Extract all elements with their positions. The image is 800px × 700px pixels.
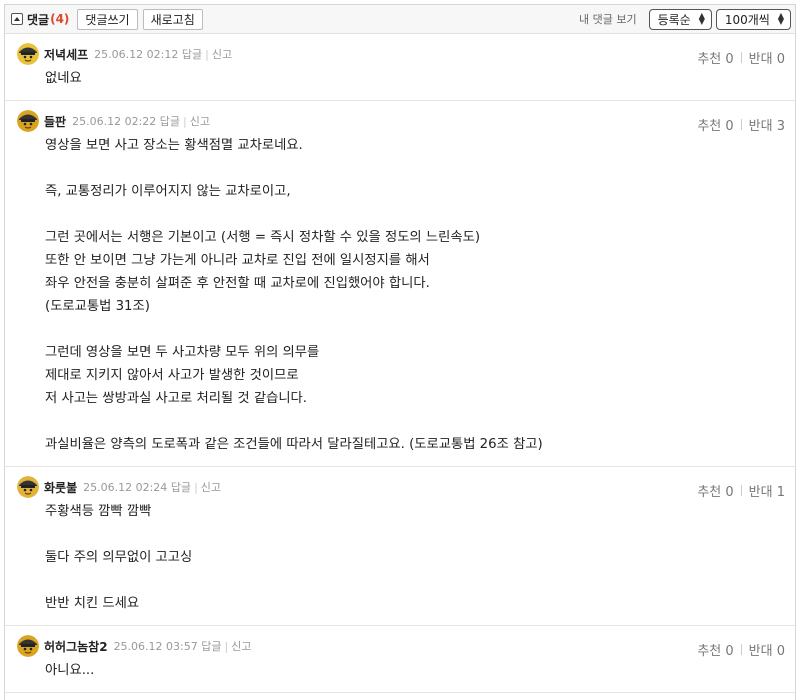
comment-line: 저 사고는 쌍방과실 사고로 처리될 것 같습니다.	[45, 391, 308, 406]
my-comments-link[interactable]: 내 댓글 보기	[579, 11, 637, 27]
meta-divider: |	[224, 640, 229, 653]
comment-line	[45, 203, 785, 226]
comment-line: 그런 곳에서는 서행은 기본이고 (서행 = 즉시 정차할 수 있을 정도의 느…	[45, 230, 481, 245]
meta-divider: |	[205, 48, 209, 61]
write-comment-button[interactable]: 댓글쓰기	[77, 8, 138, 30]
comment-author[interactable]: 화룻불	[44, 479, 77, 496]
comment-toggle[interactable]: 댓글 (4)	[11, 11, 69, 28]
comment-body: 없네요	[17, 67, 785, 90]
comment-line: (도로교통법 31조)	[45, 299, 150, 314]
comment-author[interactable]: 허허그놈참2	[44, 638, 108, 655]
comment-list: 저녁세프 25.06.12 02:12 답글 | 신고 추천 0 반대 0 없네요	[5, 34, 795, 693]
vote-divider	[740, 485, 742, 496]
comment-meta: 25.06.12 02:24 답글 | 신고	[83, 479, 221, 495]
report-link[interactable]: 신고	[212, 48, 232, 61]
report-link[interactable]: 신고	[201, 481, 221, 494]
avatar[interactable]	[17, 43, 39, 65]
per-page-select[interactable]: 100개씩 ▲ ▼	[715, 8, 791, 30]
avatar[interactable]	[17, 476, 39, 498]
upvote-button[interactable]: 추천 0	[697, 48, 733, 67]
refresh-button[interactable]: 새로고침	[142, 8, 203, 30]
downvote-button[interactable]: 반대 0	[749, 640, 785, 659]
downvote-button[interactable]: 반대 0	[749, 48, 785, 67]
comment-header: 허허그놈참2 25.06.12 03:57 답글 | 신고	[17, 635, 785, 657]
downvote-button[interactable]: 반대 3	[749, 115, 785, 134]
comment-line: 반반 치킨 드세요	[45, 596, 140, 611]
comment-line: 그런데 영상을 보면 두 사고차량 모두 위의 의무를	[45, 345, 320, 360]
vote-box: 추천 0 반대 1	[697, 481, 785, 500]
vote-divider	[740, 644, 742, 655]
comment-line	[45, 569, 785, 592]
comment-header: 저녁세프 25.06.12 02:12 답글 | 신고	[17, 43, 785, 65]
comment-body: 영상을 보면 사고 장소는 황색점멸 교차로네요. 즉, 교통정리가 이루어지지 …	[17, 134, 785, 456]
comment-line: 영상을 보면 사고 장소는 황색점멸 교차로네요.	[45, 138, 303, 153]
vote-box: 추천 0 반대 0	[697, 640, 785, 659]
comment-line: 또한 안 보이면 그냥 가는게 아니라 교차로 진입 전에 일시정지를 해서	[45, 253, 430, 268]
report-link[interactable]: 신고	[231, 640, 251, 653]
vote-box: 추천 0 반대 3	[697, 115, 785, 134]
comment-header: 화룻불 25.06.12 02:24 답글 | 신고	[17, 476, 785, 498]
comment-line	[45, 318, 785, 341]
report-link[interactable]: 신고	[190, 115, 210, 128]
comment-count: (4)	[50, 12, 70, 26]
sort-select-value: 등록순	[657, 12, 691, 27]
comment-line: 좌우 안전을 충분히 살펴준 후 안전할 때 교차로에 진입했어야 합니다.	[45, 276, 430, 291]
updown-icon: ▲ ▼	[698, 11, 705, 26]
avatar-face-icon	[17, 110, 39, 132]
comment-line: 아니요...	[45, 663, 95, 678]
sort-select[interactable]: 등록순 ▲ ▼	[648, 8, 712, 30]
comment-date: 25.06.12 02:22	[72, 115, 157, 128]
upvote-button[interactable]: 추천 0	[697, 115, 733, 134]
vote-divider	[740, 52, 742, 63]
avatar-face-icon	[17, 43, 39, 65]
reply-link[interactable]: 답글	[171, 481, 191, 494]
comment-date: 25.06.12 02:12	[94, 48, 179, 61]
collapse-icon[interactable]	[11, 13, 23, 25]
comment-date: 25.06.12 03:57	[113, 640, 198, 653]
comment-line: 없네요	[45, 71, 82, 86]
upvote-button[interactable]: 추천 0	[697, 481, 733, 500]
comment-item: 저녁세프 25.06.12 02:12 답글 | 신고 추천 0 반대 0 없네요	[5, 34, 795, 101]
reply-link[interactable]: 답글	[160, 115, 180, 128]
avatar-face-icon	[17, 476, 39, 498]
vote-divider	[740, 119, 742, 130]
comment-meta: 25.06.12 02:22 답글 | 신고	[72, 113, 210, 129]
comment-author[interactable]: 들판	[44, 113, 66, 130]
comment-line: 주황색등 깜빡 깜빡	[45, 504, 152, 519]
meta-divider: |	[194, 481, 198, 494]
avatar[interactable]	[17, 635, 39, 657]
comment-meta: 25.06.12 02:12 답글 | 신고	[94, 46, 232, 62]
downvote-button[interactable]: 반대 1	[749, 481, 785, 500]
comment-author[interactable]: 저녁세프	[44, 46, 88, 63]
comment-toolbar: 댓글 (4) 댓글쓰기 새로고침 내 댓글 보기 등록순 ▲ ▼ 100개씩 ▲ ▼	[5, 5, 795, 34]
comment-title: 댓글	[27, 12, 50, 27]
reply-link[interactable]: 답글	[182, 48, 202, 61]
upvote-button[interactable]: 추천 0	[697, 640, 733, 659]
comment-header: 들판 25.06.12 02:22 답글 | 신고	[17, 110, 785, 132]
comment-line: 과실비율은 양측의 도로폭과 같은 조건들에 따라서 달라질테고요. (도로교통…	[45, 437, 543, 452]
comment-line: 둘다 주의 의무없이 고고싱	[45, 550, 193, 565]
meta-divider: |	[183, 115, 187, 128]
avatar-face-icon	[17, 635, 39, 657]
comment-item: 들판 25.06.12 02:22 답글 | 신고 추천 0 반대 3 영상을 보면…	[5, 101, 795, 467]
updown-icon: ▲ ▼	[777, 11, 784, 26]
comment-date: 25.06.12 02:24	[83, 481, 168, 494]
vote-box: 추천 0 반대 0	[697, 48, 785, 67]
per-page-select-value: 100개씩	[724, 12, 770, 27]
reply-link[interactable]: 답글	[201, 640, 221, 653]
comment-item: 화룻불 25.06.12 02:24 답글 | 신고 추천 0 반대 1 주황색등 …	[5, 467, 795, 626]
comment-line	[45, 523, 785, 546]
comment-line	[45, 157, 785, 180]
comment-meta: 25.06.12 03:57 답글 | 신고	[114, 638, 252, 654]
comment-body: 아니요...	[17, 659, 785, 682]
comment-section: 댓글 (4) 댓글쓰기 새로고침 내 댓글 보기 등록순 ▲ ▼ 100개씩 ▲ ▼	[4, 4, 796, 700]
comment-item: 허허그놈참2 25.06.12 03:57 답글 | 신고 추천 0 반대 0 아니…	[5, 626, 795, 693]
comment-line	[45, 410, 785, 433]
avatar[interactable]	[17, 110, 39, 132]
comment-body: 주황색등 깜빡 깜빡둘다 주의 의무없이 고고싱반반 치킨 드세요	[17, 500, 785, 615]
comment-line: 즉, 교통정리가 이루어지지 않는 교차로이고,	[45, 184, 291, 199]
comment-line: 제대로 지키지 않아서 사고가 발생한 것이므로	[45, 368, 299, 383]
